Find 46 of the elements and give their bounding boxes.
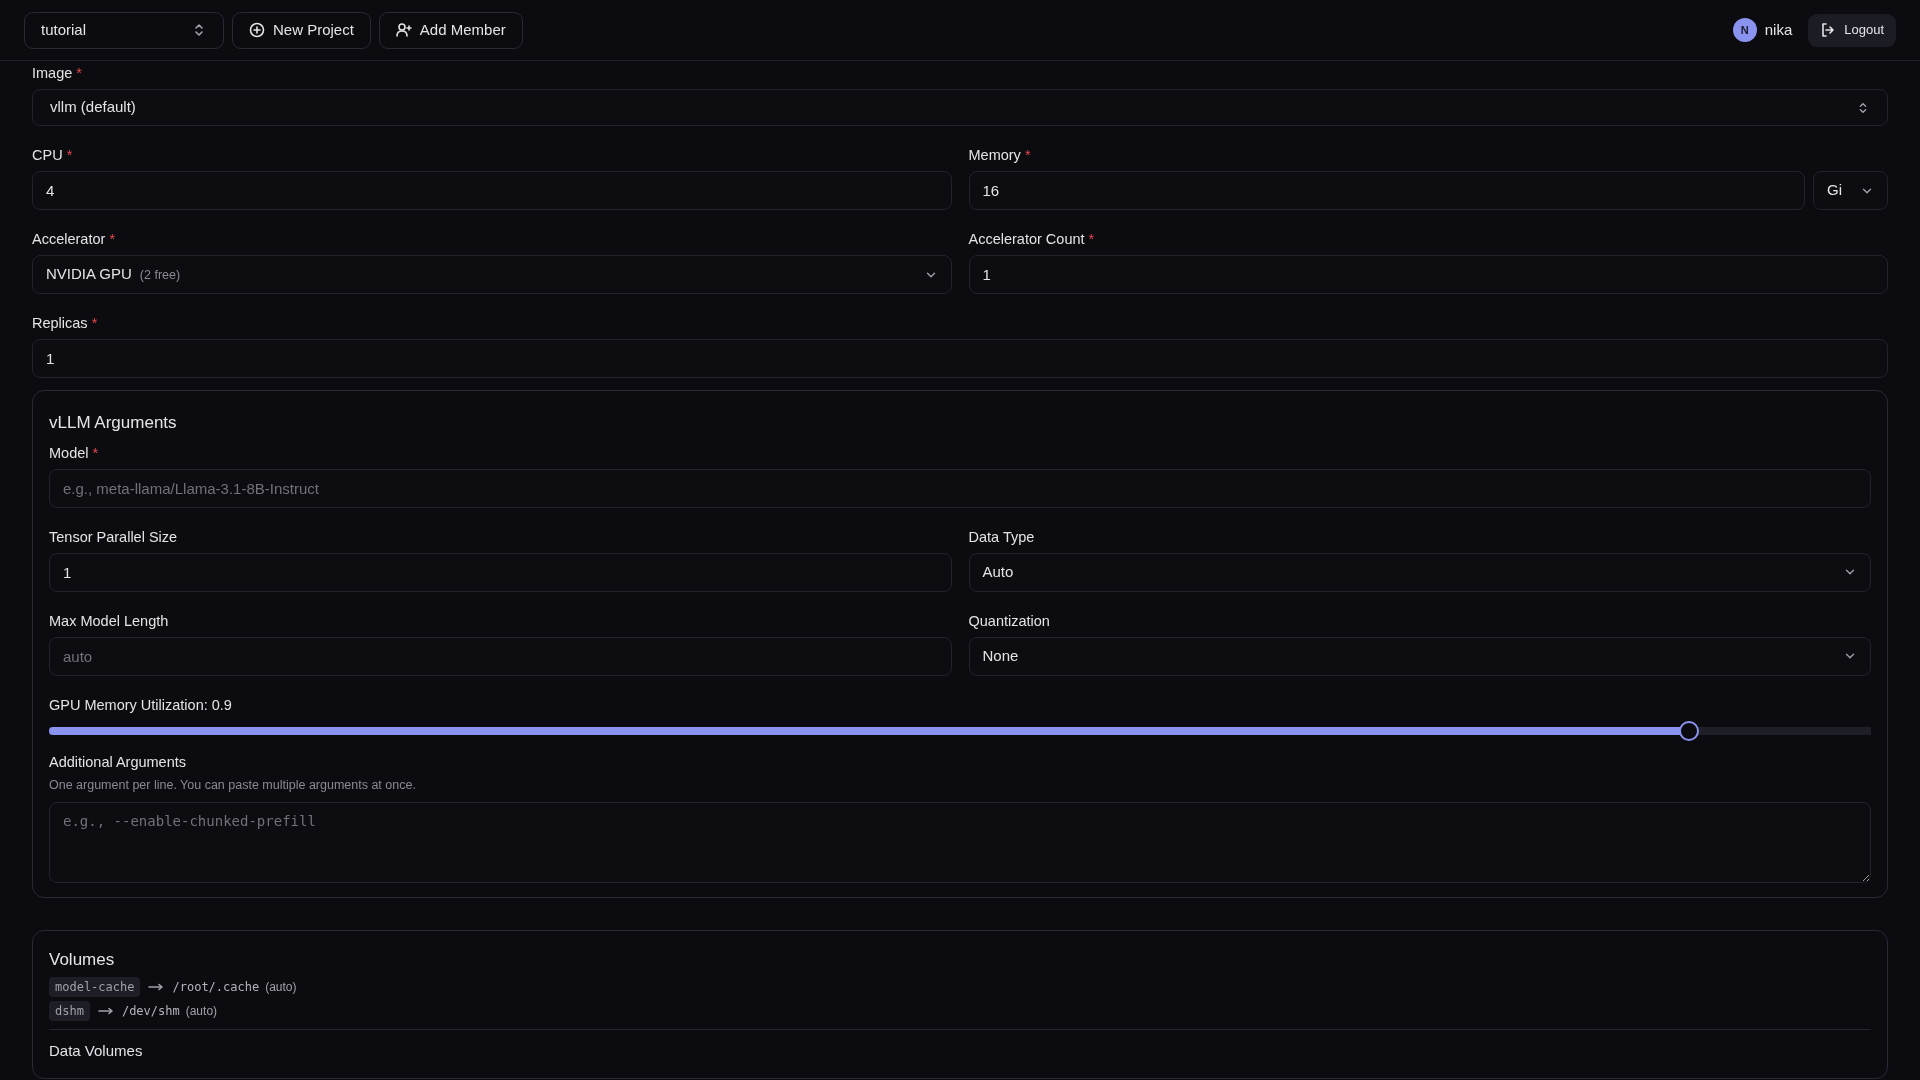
header-button[interactable]: Add Member [378,11,523,49]
section-title: vLLM Arguments [49,412,178,434]
field-label: Accelerator Count * [968,230,1095,248]
logout-icon [1820,22,1837,38]
logout-button[interactable]: Logout [1808,13,1896,47]
input-field[interactable]: 1 [32,339,1888,378]
user-name: nika [1764,19,1793,40]
select-field[interactable]: None [968,636,1871,676]
input-field[interactable]: 4 [32,171,952,210]
field-label: Additional Arguments [49,752,187,771]
field-label: Replicas * [32,314,98,332]
input-field[interactable]: 1 [49,552,952,592]
field-label: Model * [49,443,99,462]
volume-note: (auto) [265,978,297,996]
volume-note: (auto) [185,1002,218,1020]
project-select[interactable]: tutorial [24,11,224,49]
field-label: Quantization [968,611,1050,630]
volume-name: dshm [49,1000,90,1021]
select-field[interactable]: NVIDIA GPU (2 free) [32,255,952,294]
header-button[interactable]: New Project [232,11,371,49]
select-field[interactable]: Auto [968,552,1871,592]
input-field[interactable]: e.g., meta-llama/Llama-3.1-8B-Instruct [49,468,1871,508]
select-field[interactable]: vllm (default) [32,89,1888,126]
field-label: CPU * [32,146,73,164]
plus-circle-icon [249,22,265,38]
mount-path: /root/.cache [172,978,260,996]
field-label: Max Model Length [49,611,169,630]
field-label: Image * [32,64,82,82]
input-field[interactable]: 1 [968,255,1888,294]
section-title: Data Volumes [49,1040,144,1061]
help-text: One argument per line. You can paste multiple arguments at once. [49,776,417,794]
section-title: Volumes [49,949,116,972]
field-label: Accelerator * [32,230,116,248]
add-user-icon [395,22,412,38]
field-label: Data Type [968,527,1035,546]
input-field[interactable]: 16 [968,171,1805,210]
field-label: Tensor Parallel Size [49,527,178,546]
slider-thumb[interactable] [1678,720,1699,741]
volume-name: model-cache [49,976,141,997]
mount-path: /dev/shm [121,1002,180,1020]
input-field[interactable]: auto [49,636,952,676]
slider-label: GPU Memory Utilization: 0.9 [49,695,232,714]
user-avatar: N [1732,18,1757,42]
field-label: Memory * [968,146,1031,164]
unit-select[interactable]: Gi [1813,171,1888,210]
text-area[interactable]: e.g., --enable-chunked-prefill [49,802,1871,884]
